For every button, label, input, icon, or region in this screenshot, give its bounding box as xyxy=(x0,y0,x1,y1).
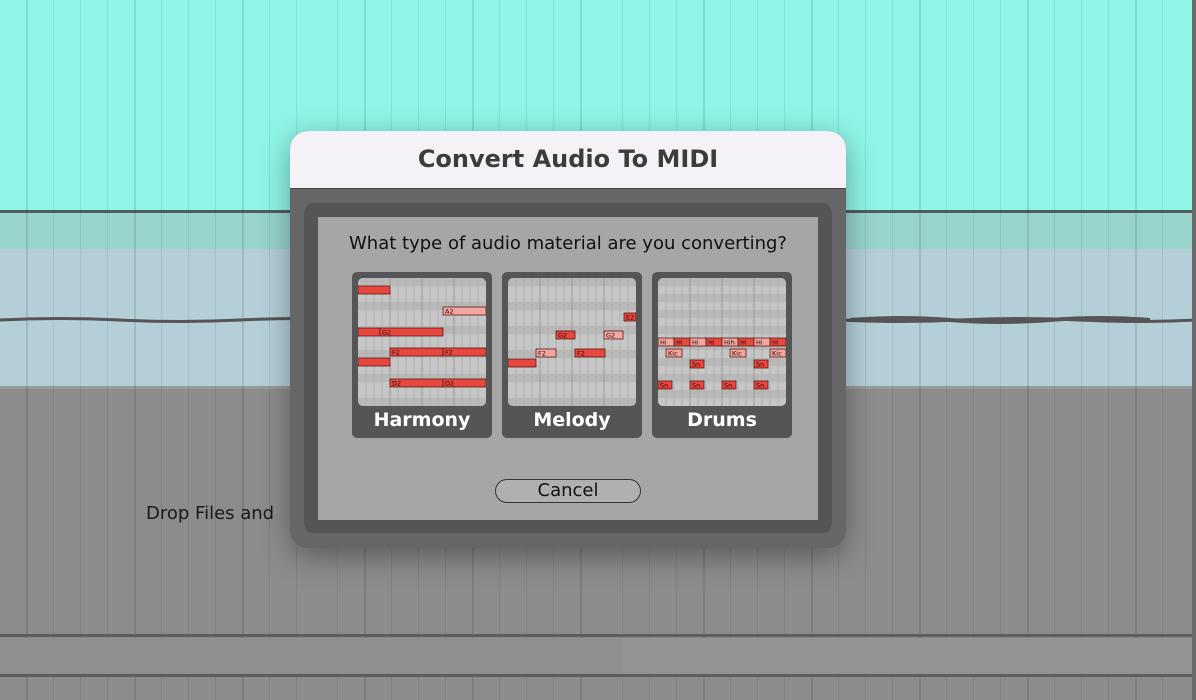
midi-note-label: Sn xyxy=(756,382,764,390)
dialog-question: What type of audio material are you conv… xyxy=(349,233,787,254)
melody-piano-roll-thumbnail: E2 G2 G2 F2 F2 xyxy=(508,278,636,406)
scrollbar-edge xyxy=(1192,0,1196,700)
midi-note-label: G2 xyxy=(558,332,567,340)
harmony-piano-roll-thumbnail: A2 G2 F2 F2 D2 D2 xyxy=(358,278,486,406)
drums-option-button[interactable]: Hi Hi Hi Hi Hih Hi Hi Hi Kic Kic Kic Sn Sn Sn Sn Sn Sn D… xyxy=(652,272,792,438)
dialog-body: What type of audio material are you conv… xyxy=(304,203,832,533)
midi-note-label: Sn xyxy=(660,382,668,390)
grid-line xyxy=(107,0,108,700)
midi-note xyxy=(508,358,537,368)
grid-line xyxy=(865,0,866,700)
grid-line xyxy=(80,0,81,700)
midi-note-label: Hih xyxy=(724,339,735,347)
drums-piano-roll-thumbnail: Hi Hi Hi Hi Hih Hi Hi Hi Kic Kic Kic Sn Sn Sn Sn Sn Sn xyxy=(658,278,786,406)
grid-line xyxy=(134,0,136,700)
harmony-piano-roll-icon: A2 G2 F2 F2 D2 D2 xyxy=(358,278,486,406)
melody-piano-roll-icon: E2 G2 G2 F2 F2 xyxy=(508,278,636,406)
midi-note-label: Hi xyxy=(692,339,699,347)
midi-note-label: D2 xyxy=(392,380,401,388)
midi-note-label: G2 xyxy=(382,329,391,337)
melody-option-button[interactable]: E2 G2 G2 F2 F2 Melody xyxy=(502,272,642,438)
grid-line xyxy=(973,0,974,700)
grid-line xyxy=(26,0,28,700)
midi-note xyxy=(358,327,381,337)
drums-option-label: Drums xyxy=(687,409,757,431)
harmony-option-button[interactable]: A2 G2 F2 F2 D2 D2 Harmony xyxy=(352,272,492,438)
grid-line xyxy=(919,0,921,700)
midi-note-label: G2 xyxy=(606,332,615,340)
grid-line xyxy=(1081,0,1082,700)
midi-note-label: Kic xyxy=(732,350,742,358)
track-separator xyxy=(0,674,1196,677)
melody-option-label: Melody xyxy=(533,409,611,431)
drop-files-hint: Drop Files and xyxy=(146,503,275,524)
midi-note xyxy=(358,285,391,295)
grid-line xyxy=(188,0,189,700)
midi-note-label: A2 xyxy=(445,308,454,316)
grid-line xyxy=(946,0,947,700)
midi-note-label: Hi xyxy=(772,339,779,347)
midi-note-label: Sn xyxy=(756,361,764,369)
grid-line xyxy=(1000,0,1001,700)
midi-note-label: Hi xyxy=(708,339,715,347)
midi-note-label: Hi xyxy=(676,339,683,347)
grid-line xyxy=(1135,0,1137,700)
grid-line xyxy=(161,0,162,700)
midi-note-label: Sn xyxy=(692,382,700,390)
midi-note-label: Hi xyxy=(740,339,747,347)
midi-note-label: Kic xyxy=(668,350,678,358)
grid-line xyxy=(242,0,244,700)
midi-note-label: F2 xyxy=(577,350,585,358)
drums-piano-roll-icon: Hi Hi Hi Hi Hih Hi Hi HiKic Kic KicSn SnSn Sn Sn Sn xyxy=(658,278,786,406)
grid-line xyxy=(53,0,54,700)
midi-note-label: F2 xyxy=(538,350,546,358)
midi-note-label: F2 xyxy=(445,349,453,357)
midi-note-label: Sn xyxy=(692,361,700,369)
grid-line xyxy=(1108,0,1109,700)
dialog-title-bar: Convert Audio To MIDI xyxy=(290,131,846,189)
track-lane-segment xyxy=(622,638,1196,676)
grid-line xyxy=(1162,0,1163,700)
grid-line xyxy=(1027,0,1029,700)
grid-line xyxy=(215,0,216,700)
midi-note-label: Sn xyxy=(724,382,732,390)
track-separator xyxy=(0,634,1196,637)
midi-note-label: Hi xyxy=(756,339,763,347)
convert-audio-dialog: Convert Audio To MIDI What type of audio… xyxy=(290,131,846,548)
dialog-title: Convert Audio To MIDI xyxy=(417,145,719,173)
midi-note-label: Kic xyxy=(772,350,782,358)
midi-note-label: E2 xyxy=(626,314,634,322)
cancel-button[interactable]: Cancel xyxy=(495,479,641,503)
midi-note xyxy=(358,357,391,367)
grid-line xyxy=(269,0,270,700)
harmony-option-label: Harmony xyxy=(373,409,471,431)
midi-note-label: F2 xyxy=(392,349,400,357)
dialog-content: What type of audio material are you conv… xyxy=(318,217,818,520)
midi-note-label: Hi xyxy=(660,339,667,347)
midi-note-label: D2 xyxy=(445,380,454,388)
grid-line xyxy=(892,0,893,700)
grid-line xyxy=(1054,0,1055,700)
